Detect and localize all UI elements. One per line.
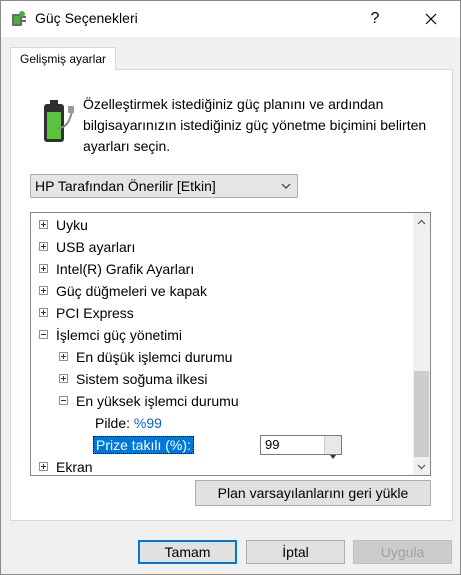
power-plan-select-value: HP Tarafından Önerilir [Etkin] (35, 178, 216, 194)
settings-tree[interactable]: Uyku USB ayarları Intel(R) Grafik Ayarla… (30, 212, 431, 476)
scroll-down-button[interactable] (413, 458, 430, 475)
spin-down-button[interactable] (324, 445, 341, 459)
plugged-in-label: Prize takılı (%): (93, 436, 194, 454)
on-battery-setting[interactable]: Pilde: %99 (95, 412, 162, 434)
plugged-in-spinner[interactable]: 99 (260, 435, 342, 459)
chevron-down-icon (281, 183, 291, 189)
expand-icon[interactable] (59, 374, 68, 383)
power-options-icon (12, 11, 26, 26)
close-icon (425, 13, 437, 25)
tree-item-power-buttons[interactable]: Güç düğmeleri ve kapak (39, 280, 207, 302)
cancel-button[interactable]: İptal (246, 540, 345, 564)
expand-icon[interactable] (59, 352, 68, 361)
advanced-settings-panel: Özelleştirmek istediğiniz güç planını ve… (10, 69, 453, 521)
scroll-up-button[interactable] (413, 213, 430, 230)
vertical-scrollbar[interactable] (413, 213, 430, 475)
collapse-icon[interactable] (39, 330, 48, 339)
tree-item-min-processor-state[interactable]: En düşük işlemci durumu (59, 346, 232, 368)
tab-advanced-settings[interactable]: Gelişmiş ayarlar (10, 47, 117, 70)
tree-item-intel-graphics[interactable]: Intel(R) Grafik Ayarları (39, 258, 194, 280)
tree-item-processor-power[interactable]: İşlemci güç yönetimi (39, 324, 182, 346)
spin-up-button[interactable] (324, 436, 341, 450)
close-button[interactable] (411, 1, 451, 37)
caret-down-icon (330, 455, 336, 459)
expand-icon[interactable] (39, 264, 48, 273)
expand-icon[interactable] (39, 462, 48, 471)
collapse-icon[interactable] (59, 396, 68, 405)
chevron-up-icon (417, 219, 426, 224)
expand-icon[interactable] (39, 308, 48, 317)
tree-item-pci-express[interactable]: PCI Express (39, 302, 134, 324)
tree-item-cooling-policy[interactable]: Sistem soğuma ilkesi (59, 368, 208, 390)
power-plan-select[interactable]: HP Tarafından Önerilir [Etkin] (30, 174, 298, 198)
chevron-down-icon (417, 464, 426, 469)
expand-icon[interactable] (39, 220, 48, 229)
on-battery-value[interactable]: %99 (134, 415, 162, 431)
ok-button[interactable]: Tamam (138, 540, 237, 564)
title-bar[interactable]: Güç Seçenekleri ? (1, 1, 460, 37)
expand-icon[interactable] (39, 286, 48, 295)
battery-plug-icon (44, 100, 74, 142)
tree-item-sleep[interactable]: Uyku (39, 214, 88, 236)
window-title: Güç Seçenekleri (35, 10, 138, 26)
apply-button[interactable]: Uygula (353, 540, 452, 564)
restore-defaults-button[interactable]: Plan varsayılanlarını geri yükle (195, 480, 431, 506)
tree-item-usb[interactable]: USB ayarları (39, 236, 135, 258)
plugged-in-setting[interactable]: Prize takılı (%): 99 (93, 434, 353, 459)
scrollbar-thumb[interactable] (414, 371, 429, 457)
expand-icon[interactable] (39, 242, 48, 251)
plugged-in-value[interactable]: 99 (265, 436, 279, 454)
on-battery-label: Pilde: (95, 415, 131, 431)
tree-item-display[interactable]: Ekran (39, 456, 93, 475)
tree-item-max-processor-state[interactable]: En yüksek işlemci durumu (59, 390, 239, 412)
help-button[interactable]: ? (357, 1, 393, 37)
power-options-window: Güç Seçenekleri ? Gelişmiş ayarlar Özell… (0, 0, 461, 575)
description-text: Özelleştirmek istediğiniz güç planını ve… (83, 96, 427, 154)
